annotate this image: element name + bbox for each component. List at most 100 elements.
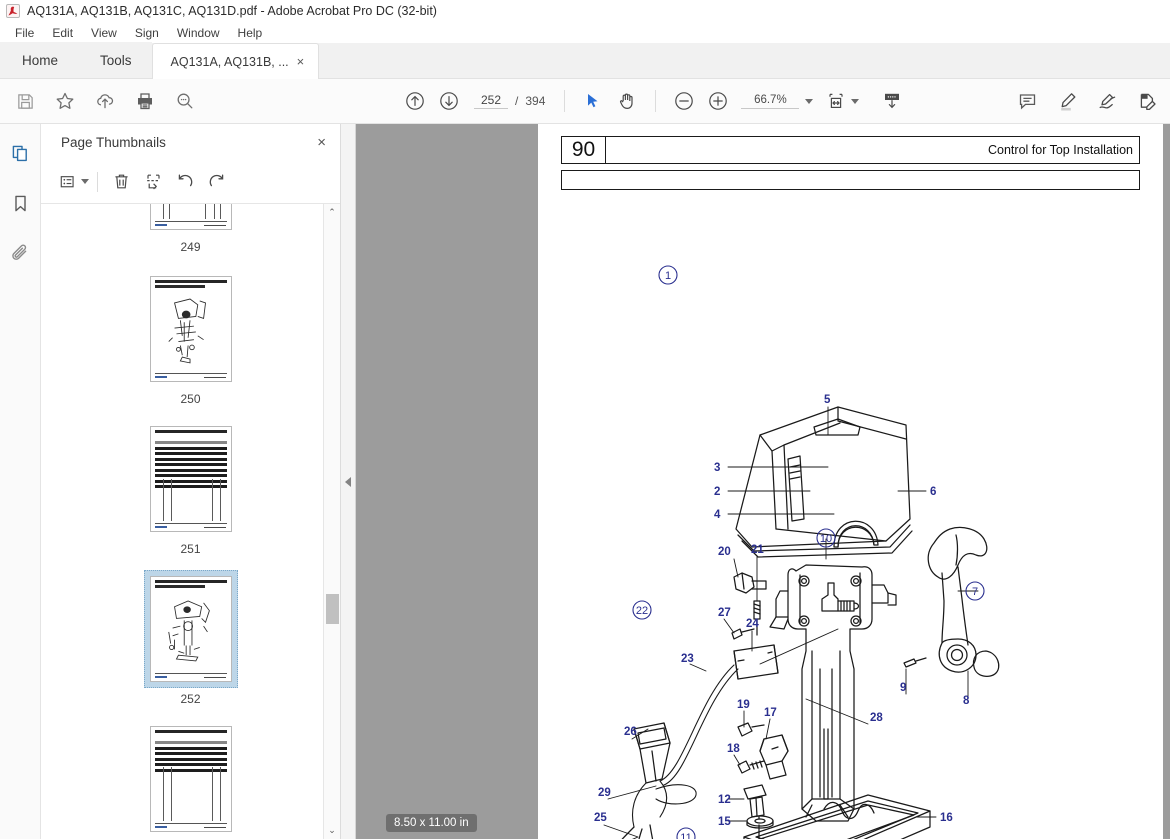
menu-window[interactable]: Window [168,24,229,42]
thumbnail-image [149,576,232,682]
title-bar: AQ131A, AQ131B, AQ131C, AQ131D.pdf - Ado… [0,0,1170,22]
page-thumbnails-icon[interactable] [5,138,35,168]
tab-document-label: AQ131A, AQ131B, ... [170,54,289,69]
rotate-right-icon[interactable] [202,168,232,196]
thumbnail-251[interactable] [144,420,238,538]
search-icon[interactable] [170,86,200,116]
thumbnails-panel-header: Page Thumbnails × [41,124,340,160]
app-body: Page Thumbnails × 249 250 251 252 ⌃ ⌄ 8.… [0,124,1170,839]
extract-icon[interactable] [138,168,168,196]
chevron-down-icon[interactable] [805,98,814,104]
scrollbar-thumb[interactable] [326,594,339,624]
list-item[interactable]: 253 [41,720,340,839]
scroll-mode-icon[interactable] [877,86,907,116]
panel-collapse-handle[interactable] [341,124,356,839]
part-lever [903,526,1000,677]
callout-label-3: 3 [714,462,720,474]
thumbnail-249[interactable] [144,204,238,236]
toolbar-right-group [1012,86,1162,116]
thumbnail-label: 251 [180,542,201,556]
toolbar-center-group: / 394 [400,86,907,116]
callout-label-19: 19 [737,699,750,711]
thumb-footer-text [203,224,226,226]
tab-close-icon[interactable]: × [297,55,305,68]
fit-page-icon[interactable] [821,86,851,116]
highlight-icon[interactable] [1052,86,1082,116]
thumbnail-options-icon[interactable] [59,168,89,196]
star-icon[interactable] [50,86,80,116]
thumb-footer-line [154,220,227,222]
list-item[interactable]: 252 [41,570,340,706]
save-icon[interactable] [10,86,40,116]
zoom-control[interactable]: 66.7% [741,94,814,109]
page-navigation: / 394 [474,93,545,109]
list-item[interactable]: 251 [41,420,340,556]
page-section-number: 90 [561,136,606,164]
edit-pdf-icon[interactable] [1132,86,1162,116]
navigation-rail [0,124,41,839]
bookmarks-icon[interactable] [5,188,35,218]
callout-label-24: 24 [746,618,759,630]
hand-icon[interactable] [612,86,642,116]
options-chevron-icon[interactable] [81,179,89,184]
thumb-drawing [161,593,221,667]
thumbnails-panel-toolbar [41,160,340,204]
thumbnail-image [149,204,232,230]
callout-label-29: 29 [598,787,611,799]
list-item[interactable]: 250 [41,270,340,406]
page-number-input[interactable] [474,93,508,109]
tab-tools-label: Tools [100,52,132,68]
toolbar-left-group [0,86,200,116]
delete-icon[interactable] [106,168,136,196]
close-icon[interactable]: × [317,135,326,150]
tab-document[interactable]: AQ131A, AQ131B, ... × [151,43,320,79]
fit-page-chevron-icon[interactable] [851,98,860,104]
tab-home[interactable]: Home [0,42,81,78]
zoom-in-circle-icon[interactable] [703,86,733,116]
document-viewer[interactable]: 8.50 x 11.00 in 90 Control for Top Insta… [356,124,1170,839]
thumbnail-250[interactable] [144,270,238,388]
callout-label-17: 17 [764,707,777,719]
cloud-upload-icon[interactable] [90,86,120,116]
scroll-up-icon[interactable]: ⌃ [328,207,336,218]
acrobat-window: AQ131A, AQ131B, AQ131C, AQ131D.pdf - Ado… [0,0,1170,839]
thumbnails-scrollbar[interactable]: ⌃ ⌄ [323,204,340,839]
tab-strip: Home Tools AQ131A, AQ131B, ... × [0,42,1170,79]
comment-icon[interactable] [1012,86,1042,116]
main-toolbar: / 394 [0,79,1170,124]
arrow-down-circle-icon[interactable] [434,86,464,116]
menu-help[interactable]: Help [229,24,272,42]
zoom-out-circle-icon[interactable] [669,86,699,116]
part-switch-box [733,644,779,680]
thumbnails-list[interactable]: 249 250 251 252 [41,204,340,839]
callout-label-26: 26 [624,726,637,738]
sign-icon[interactable] [1092,86,1122,116]
callout-label-28: 28 [870,712,883,724]
menu-edit[interactable]: Edit [43,24,82,42]
thumbnail-252[interactable] [143,570,238,688]
tab-home-label: Home [22,52,59,68]
menu-sign[interactable]: Sign [126,24,168,42]
thumbnail-253[interactable] [144,720,238,838]
rotate-left-icon[interactable] [170,168,200,196]
zoom-level-value[interactable]: 66.7% [741,94,800,109]
thumbnail-label: 250 [180,392,201,406]
menu-view[interactable]: View [82,24,126,42]
callout-label-18: 18 [727,743,740,755]
list-item[interactable]: 249 [41,204,340,254]
tab-tools[interactable]: Tools [80,42,152,78]
thumbnails-panel-title: Page Thumbnails [61,134,166,150]
callout-label-25: 25 [594,812,607,824]
part-harness [621,664,739,839]
page-header-row: 90 Control for Top Installation [561,136,1140,164]
callout-label-12: 12 [718,794,731,806]
menu-file[interactable]: File [6,24,43,42]
print-icon[interactable] [130,86,160,116]
arrow-up-circle-icon[interactable] [400,86,430,116]
callout-label-20: 20 [718,546,731,558]
menu-bar: File Edit View Sign Window Help [0,22,1170,43]
attachments-icon[interactable] [5,238,35,268]
cursor-arrow-icon[interactable] [578,86,608,116]
scroll-down-icon[interactable]: ⌄ [328,825,336,836]
page-size-badge: 8.50 x 11.00 in [386,814,477,832]
